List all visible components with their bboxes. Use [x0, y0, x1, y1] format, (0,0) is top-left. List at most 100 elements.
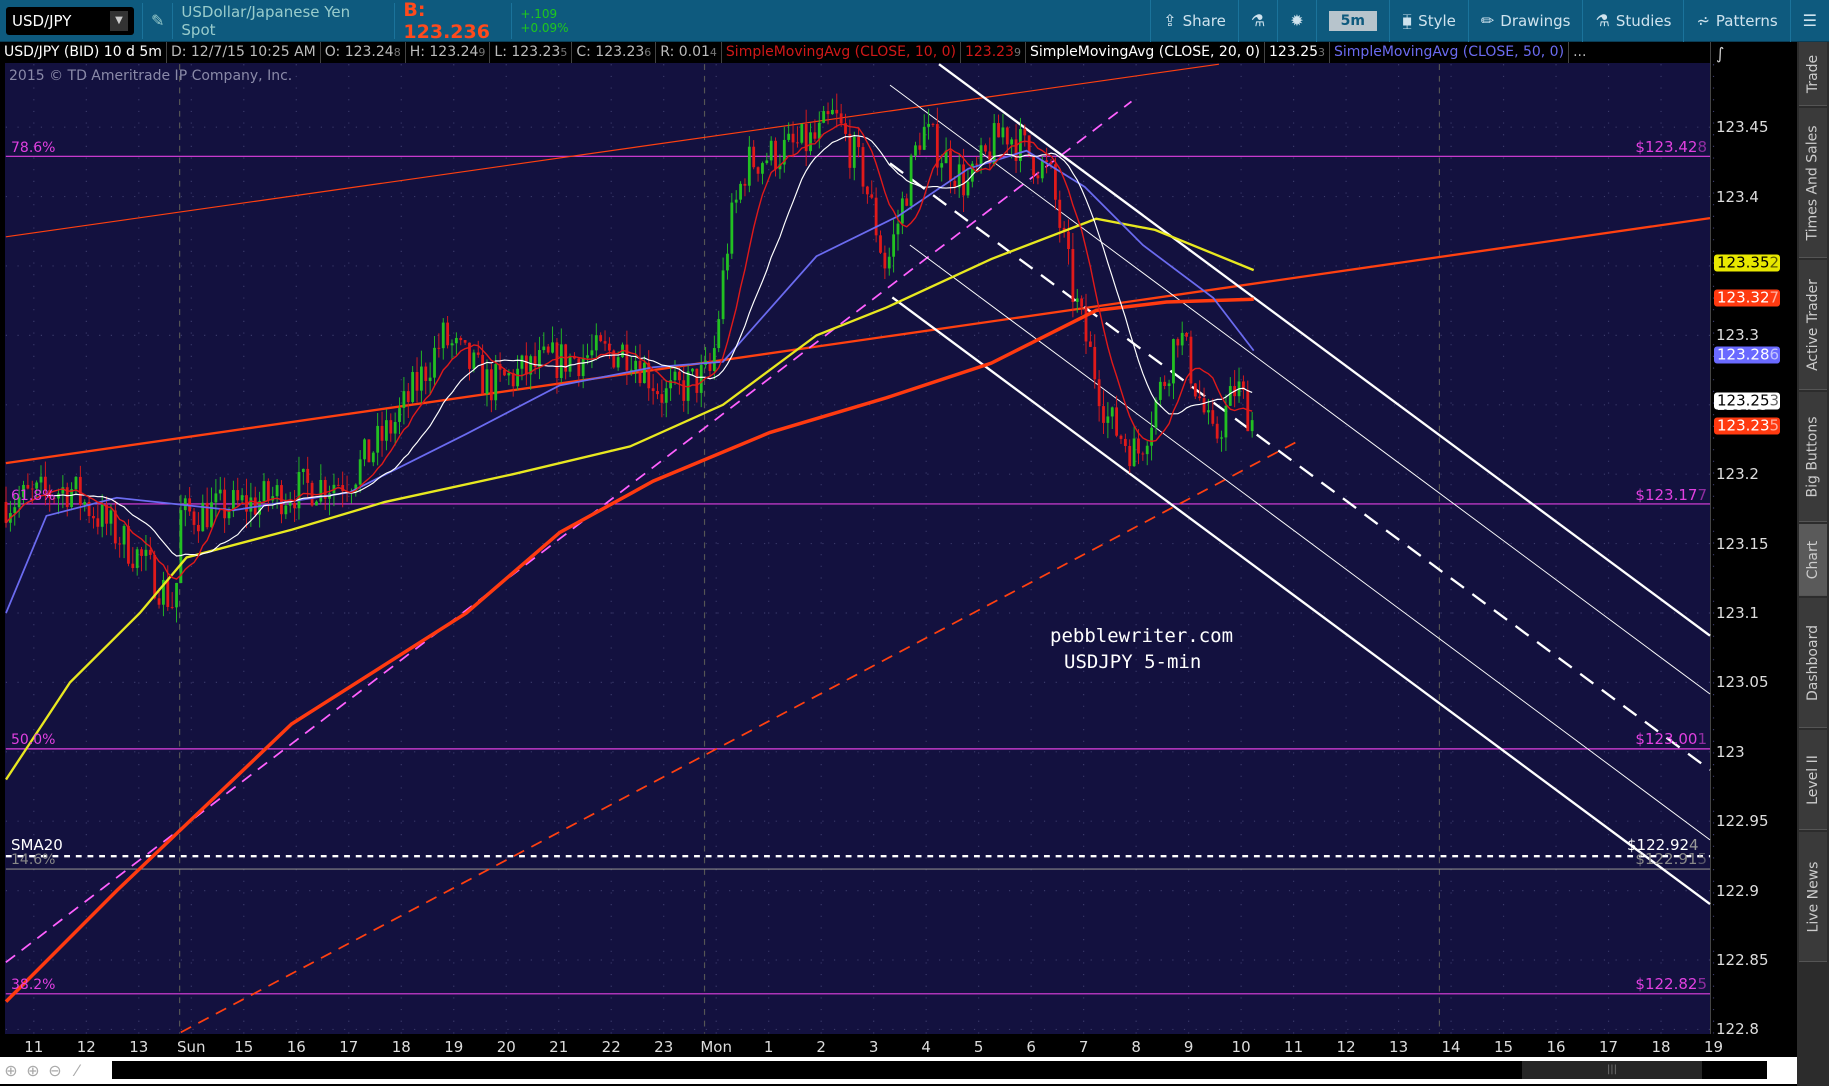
- time-tick-label: 19: [1703, 1038, 1724, 1056]
- chart-info-bar: USD/JPY (BID) 10 d 5m D: 12/7/15 10:25 A…: [0, 42, 1710, 63]
- sma20-value: 123.253: [1265, 42, 1331, 63]
- price-tick-label: 122.8: [1716, 1020, 1759, 1039]
- fib-price-label: $123.001: [1635, 730, 1707, 749]
- time-tick-label: 14: [1441, 1038, 1461, 1056]
- price-badge: 123.327: [1714, 289, 1780, 307]
- price-tick-label: 123.15: [1716, 534, 1769, 553]
- list-icon: ☰: [1802, 11, 1817, 30]
- bar-open: O: 123.248: [321, 42, 406, 63]
- menu-button[interactable]: ☰: [1789, 0, 1829, 42]
- time-tick-label: 22: [601, 1038, 621, 1056]
- sma20-label: SMA20: [11, 836, 63, 854]
- more-studies[interactable]: ...: [1569, 42, 1590, 63]
- time-tick-label: 2: [816, 1038, 826, 1056]
- chart-title: USD/JPY (BID) 10 d 5m: [0, 42, 167, 63]
- time-tick-label: 1: [763, 1038, 774, 1056]
- time-tick-label: 17: [1598, 1038, 1619, 1056]
- time-tick-label: 11: [1284, 1038, 1304, 1056]
- price-badge: 123.235: [1714, 417, 1780, 435]
- patterns-label: Patterns: [1715, 11, 1778, 30]
- price-tick-label: 122.85: [1716, 950, 1769, 969]
- sidebar-tab-big-buttons[interactable]: Big Buttons: [1799, 392, 1827, 522]
- time-tick-label: 3: [868, 1038, 879, 1056]
- time-tick-label: 7: [1078, 1038, 1089, 1056]
- axis-toggle-icon[interactable]: ∫: [1716, 44, 1724, 63]
- sma10-value: 123.239: [961, 42, 1026, 63]
- sidebar-tab-active-trader[interactable]: Active Trader: [1799, 260, 1827, 390]
- time-tick-label: 9: [1183, 1038, 1194, 1056]
- symbol-description: USDollar/Japanese Yen Spot: [181, 2, 351, 39]
- price-tick-label: 123: [1716, 742, 1745, 761]
- sma10-label[interactable]: SimpleMovingAvg (CLOSE, 10, 0): [722, 42, 961, 63]
- time-tick-label: 18: [391, 1038, 411, 1056]
- pencil-icon: ✏: [1480, 11, 1495, 30]
- price-tick-label: 122.95: [1716, 812, 1769, 831]
- patterns-icon: ⩫: [1696, 11, 1710, 30]
- sidebar-tab-dashboard[interactable]: Dashboard: [1799, 598, 1827, 728]
- fib-price-label: $123.177: [1635, 486, 1707, 505]
- bar-range: R: 0.014: [656, 42, 722, 63]
- patterns-button[interactable]: ⩫ Patterns: [1683, 0, 1789, 42]
- sidebar-tab-trade[interactable]: Trade: [1799, 42, 1827, 106]
- sma20-price: $122.924: [1627, 836, 1699, 854]
- bid-price: B: 123.236: [403, 0, 490, 43]
- fib-pct-label: 50.0%: [11, 732, 56, 749]
- timeframe-button[interactable]: 5m: [1315, 0, 1389, 42]
- flask-button[interactable]: ⚗: [1237, 0, 1277, 42]
- flask-icon: ⚗: [1595, 11, 1610, 30]
- style-button[interactable]: ⧯ Style: [1388, 0, 1468, 42]
- symbol-value: USD/JPY: [12, 11, 72, 30]
- share-button[interactable]: ⇪ Share: [1150, 0, 1238, 42]
- gear-icon: ✹: [1290, 11, 1304, 30]
- chart-plot-area[interactable]: [5, 63, 1710, 1034]
- studies-button[interactable]: ⚗ Studies: [1582, 0, 1683, 42]
- time-tick-label: 18: [1651, 1038, 1671, 1056]
- style-label: Style: [1418, 11, 1456, 30]
- link-icon[interactable]: ✎: [151, 11, 164, 30]
- chevron-down-icon[interactable]: ▼: [110, 10, 128, 31]
- share-icon: ⇪: [1163, 11, 1177, 30]
- sidebar-tab-level-ii[interactable]: Level II: [1799, 730, 1827, 830]
- time-tick-label: 23: [654, 1038, 674, 1056]
- time-tick-label: Sun: [177, 1038, 206, 1056]
- bar-close: C: 123.236: [572, 42, 657, 63]
- time-scrollbar[interactable]: |||: [112, 1061, 1767, 1079]
- time-tick-label: 15: [1494, 1038, 1514, 1056]
- drawings-button[interactable]: ✏ Drawings: [1467, 0, 1583, 42]
- time-tick-label: 13: [1389, 1038, 1409, 1056]
- price-tick-label: 123.4: [1716, 187, 1759, 206]
- symbol-selector[interactable]: USD/JPY ▼: [6, 6, 134, 35]
- sidebar-tab-live-news[interactable]: Live News: [1799, 832, 1827, 962]
- time-tick-label: 12: [1336, 1038, 1356, 1056]
- time-tick-label: 15: [234, 1038, 254, 1056]
- time-tick-label: 11: [24, 1038, 44, 1056]
- fib-pct-label: 38.2%: [11, 976, 56, 993]
- time-tick-label: 6: [1026, 1038, 1036, 1056]
- crosshair-icon[interactable]: ⊕: [0, 1061, 22, 1080]
- time-tick-label: 16: [286, 1038, 306, 1056]
- share-label: Share: [1182, 11, 1226, 30]
- sma50-label[interactable]: SimpleMovingAvg (CLOSE, 50, 0): [1330, 42, 1570, 63]
- candle-icon: ⧯: [1401, 10, 1413, 30]
- toolbar: USD/JPY ▼ ✎ USDollar/Japanese Yen Spot B:…: [0, 0, 1829, 43]
- net-change: +.109: [520, 6, 558, 21]
- price-tick-label: 123.3: [1716, 326, 1759, 345]
- drawing-tool-icon[interactable]: ⁄: [66, 1061, 88, 1080]
- percent-change: +0.09%: [520, 20, 569, 35]
- sidebar-tab-times-and-sales[interactable]: Times And Sales: [1799, 108, 1827, 258]
- chart-footer: ⊕ ⊕ ⊖ ⁄ |||: [0, 1057, 1797, 1084]
- time-tick-label: 8: [1131, 1038, 1141, 1056]
- zoom-out-icon[interactable]: ⊖: [44, 1061, 66, 1080]
- drawings-label: Drawings: [1500, 11, 1571, 30]
- time-tick-label: 12: [76, 1038, 96, 1056]
- scrollbar-thumb[interactable]: |||: [1522, 1061, 1702, 1079]
- bar-date: D: 12/7/15 10:25 AM: [167, 42, 321, 63]
- price-tick-label: 123.05: [1716, 673, 1769, 692]
- time-tick-label: 20: [496, 1038, 516, 1056]
- time-tick-label: 21: [549, 1038, 569, 1056]
- studies-label: Studies: [1615, 11, 1672, 30]
- sidebar-tab-chart[interactable]: Chart: [1799, 524, 1827, 596]
- settings-button[interactable]: ✹: [1277, 0, 1315, 42]
- zoom-in-icon[interactable]: ⊕: [22, 1061, 44, 1080]
- sma20-label[interactable]: SimpleMovingAvg (CLOSE, 20, 0): [1026, 42, 1266, 63]
